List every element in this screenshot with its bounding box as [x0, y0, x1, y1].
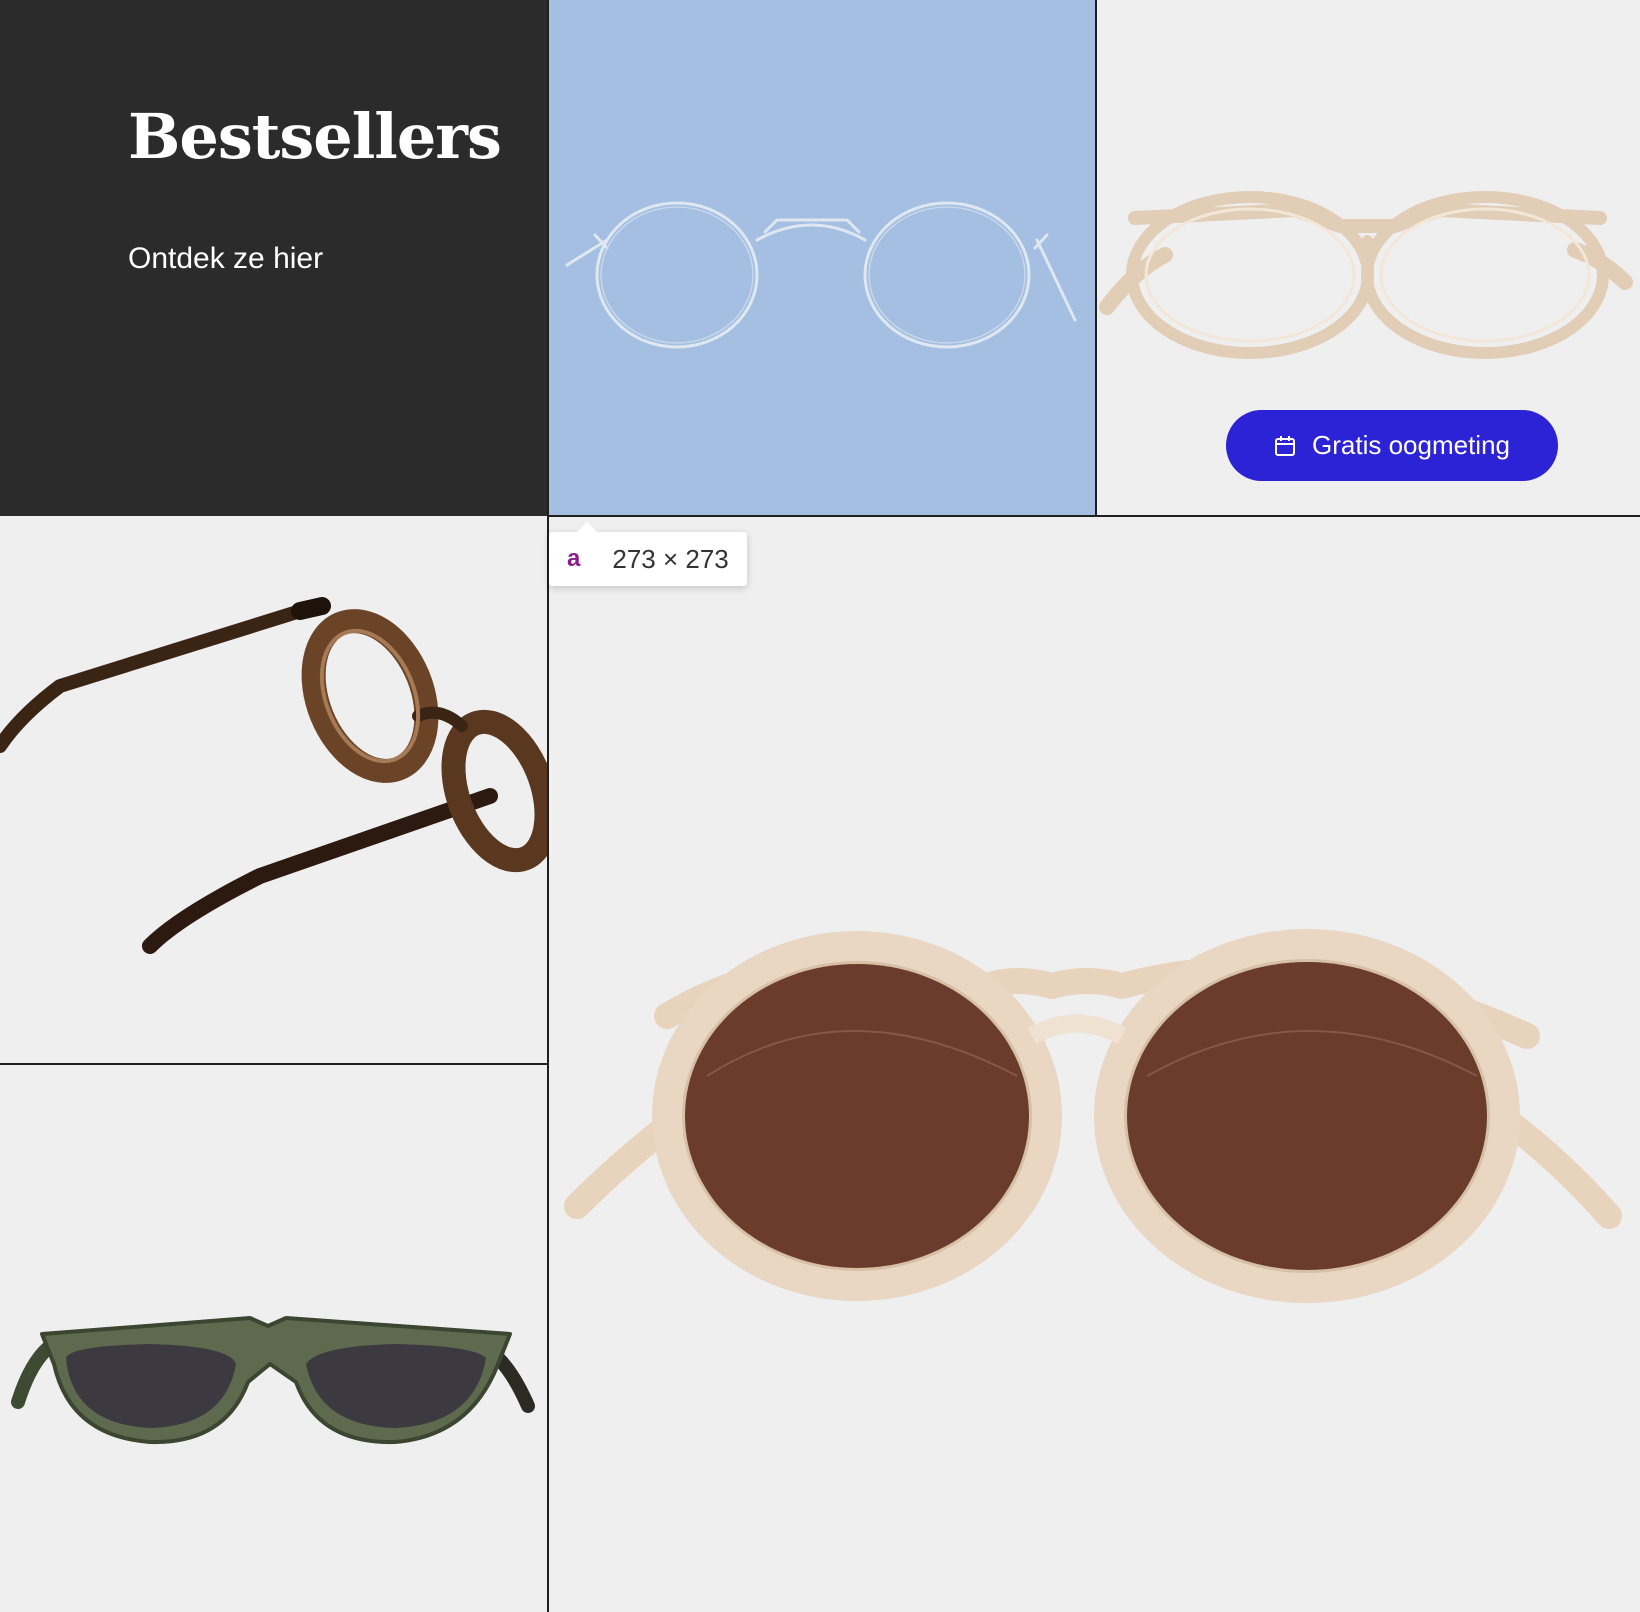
grid-divider: [1095, 0, 1097, 516]
product-tile-green-sunglasses[interactable]: [0, 1064, 547, 1612]
grid-divider: [547, 515, 1640, 517]
calendar-icon: [1275, 435, 1295, 456]
element-dimensions-label: 273 × 273: [612, 543, 729, 574]
free-eye-test-label: Gratis oogmeting: [1312, 430, 1510, 460]
grid-divider: [547, 0, 549, 1612]
discover-link[interactable]: Ontdek ze hier: [128, 242, 323, 276]
product-tile-champagne-sunglasses[interactable]: [547, 516, 1640, 1612]
bestsellers-hero-tile[interactable]: Bestsellers Ontdek ze hier: [0, 0, 547, 516]
product-tile-tortoise-glasses[interactable]: [0, 516, 547, 1064]
silver-metal-glasses-image: [565, 201, 1077, 349]
tortoise-round-glasses-image: [0, 597, 547, 954]
element-size-tooltip: a 273 × 273: [549, 522, 747, 586]
hero-title: Bestsellers: [128, 100, 502, 173]
grid-divider: [0, 1063, 547, 1065]
green-tortoise-sunglasses-image: [11, 1316, 535, 1445]
free-eye-test-button[interactable]: Gratis oogmeting: [1226, 410, 1558, 481]
champagne-brown-sunglasses-image: [564, 929, 1622, 1303]
product-tile-silver-glasses[interactable]: [547, 0, 1095, 516]
element-tag-label: a: [567, 545, 581, 572]
